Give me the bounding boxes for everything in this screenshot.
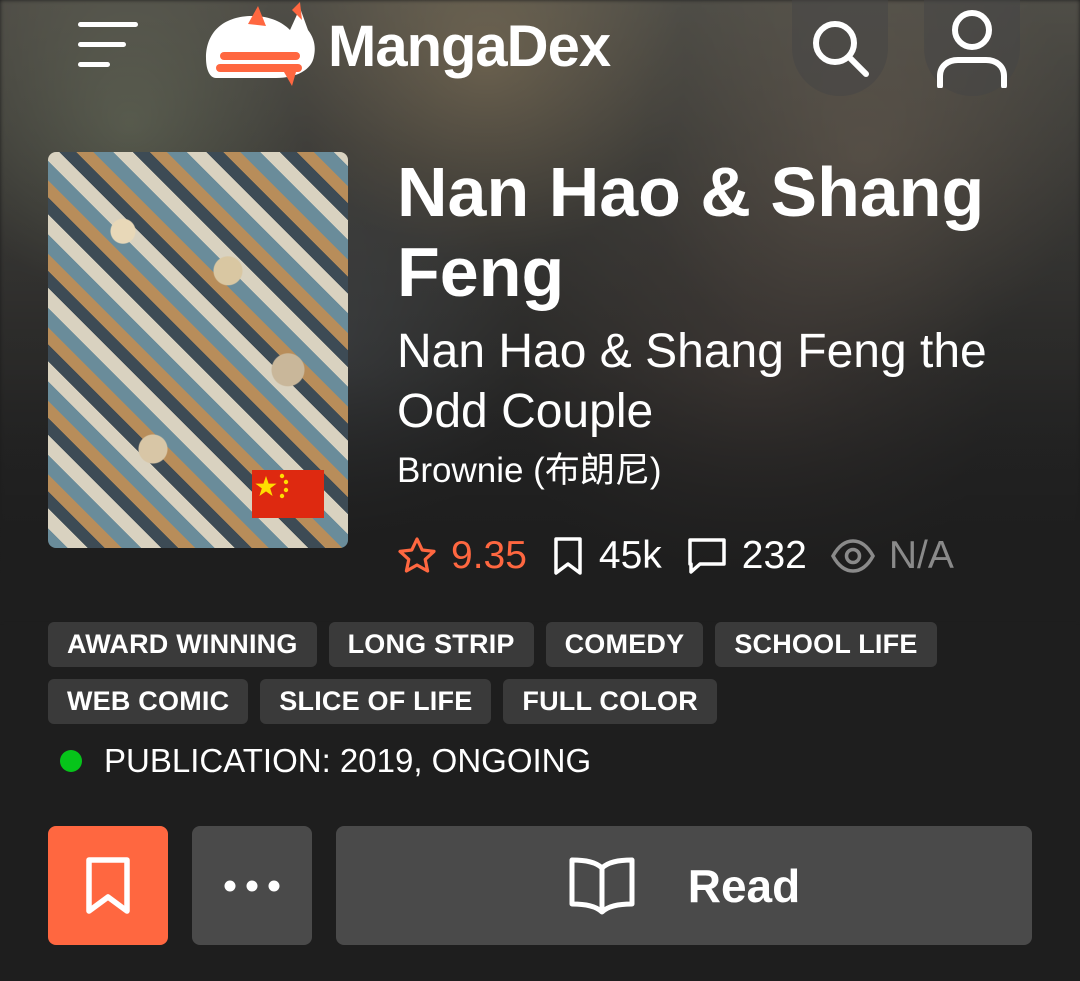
publication-text: PUBLICATION: 2019, ONGOING: [104, 742, 592, 779]
manga-title: Nan Hao & Shang Feng: [397, 153, 985, 311]
user-button[interactable]: [924, 0, 1020, 96]
star-icon: [398, 537, 436, 573]
comments-stat[interactable]: 232: [686, 534, 807, 578]
bookmark-icon: [554, 537, 582, 575]
cover-artwork: [118, 192, 238, 492]
open-book-icon: [569, 857, 635, 914]
tag-row: WEB COMIC SLICE OF LIFE FULL COLOR: [48, 679, 1048, 724]
rating-stat[interactable]: 9.35: [397, 534, 527, 578]
follows-value: 45k: [598, 534, 662, 577]
tag-web-comic[interactable]: WEB COMIC: [48, 679, 249, 724]
tag-slice-of-life[interactable]: SLICE OF LIFE: [260, 679, 492, 724]
manga-author[interactable]: Brownie (布朗尼): [397, 442, 661, 493]
tag-long-strip[interactable]: LONG STRIP: [328, 622, 534, 667]
bookmark-icon: [86, 856, 130, 914]
more-dots-icon: [224, 880, 280, 891]
cover-image[interactable]: [48, 152, 348, 548]
comment-icon: [688, 538, 726, 574]
search-icon: [813, 21, 869, 77]
read-button[interactable]: Read: [336, 826, 1032, 945]
views-stat: N/A: [830, 534, 954, 578]
publication-status: PUBLICATION: 2019, ONGOING: [60, 742, 591, 780]
follow-button[interactable]: [48, 826, 168, 945]
search-button[interactable]: [792, 0, 888, 96]
tag-list: AWARD WINNING LONG STRIP COMEDY SCHOOL L…: [48, 622, 1048, 736]
views-value: N/A: [888, 534, 954, 577]
logo[interactable]: MangaDex: [196, 0, 611, 92]
logo-text: MangaDex: [328, 13, 611, 79]
tag-school-life[interactable]: SCHOOL LIFE: [715, 622, 937, 667]
more-options-button[interactable]: [192, 826, 312, 945]
tag-full-color[interactable]: FULL COLOR: [503, 679, 717, 724]
manga-alt-title: Nan Hao & Shang Feng the Odd Couple: [397, 325, 987, 438]
menu-button[interactable]: [78, 22, 140, 70]
read-button-label: Read: [687, 859, 801, 912]
tag-award-winning[interactable]: AWARD WINNING: [48, 622, 317, 667]
status-dot-icon: [60, 750, 82, 772]
comments-value: 232: [741, 534, 807, 577]
mangadex-cat-logo: [206, 2, 315, 86]
rating-value: 9.35: [451, 534, 527, 577]
tag-comedy[interactable]: COMEDY: [545, 622, 704, 667]
china-flag: [252, 470, 324, 518]
eye-icon: [830, 539, 875, 573]
user-icon: [937, 10, 1007, 88]
tag-row: AWARD WINNING LONG STRIP COMEDY SCHOOL L…: [48, 622, 1048, 667]
stats-bar: 9.35 45k 232 N/A: [397, 528, 978, 584]
follows-stat: 45k: [551, 534, 662, 578]
